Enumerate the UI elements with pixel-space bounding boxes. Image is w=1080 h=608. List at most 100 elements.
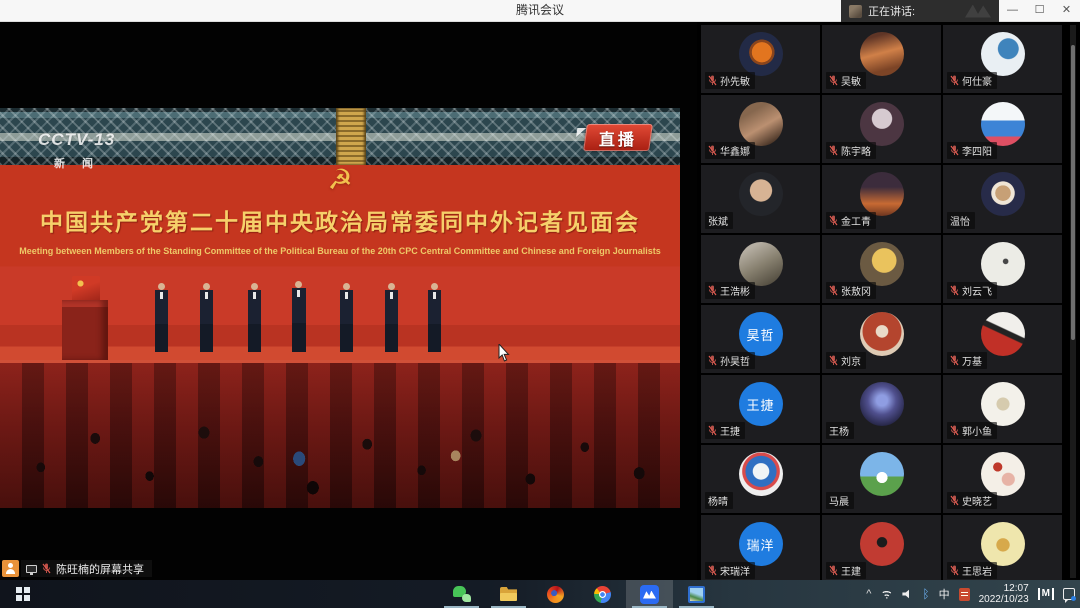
im-tray-icon[interactable]: M [1038, 588, 1054, 600]
muted-mic-icon [829, 75, 838, 86]
participant-name-tag: 张敖冈 [826, 282, 876, 299]
participant-name: 刘京 [841, 353, 861, 368]
scrollbar-thumb[interactable] [1071, 45, 1075, 340]
grid-scrollbar[interactable] [1070, 25, 1076, 578]
participant-tile[interactable]: 何仕豪 [943, 25, 1062, 93]
participant-name-tag: 刘京 [826, 352, 866, 369]
participant-tile[interactable]: 温怡 [943, 165, 1062, 233]
participant-tile[interactable]: 杨晴 [701, 445, 820, 513]
participant-avatar [860, 312, 904, 356]
participant-tile[interactable]: 孙先敏 [701, 25, 820, 93]
muted-mic-icon [950, 425, 959, 436]
taskbar-clock[interactable]: 12:07 2022/10/23 [979, 583, 1029, 605]
screen-share-icon [26, 565, 37, 573]
participant-avatar [860, 32, 904, 76]
red-backdrop: ☭ 中国共产党第二十届中央政治局常委同中外记者见面会 Meeting betwe… [0, 165, 680, 360]
participant-name-tag: 华鑫娜 [705, 142, 755, 159]
participant-tile[interactable]: 瑞洋 宋瑞洋 [701, 515, 820, 580]
participant-tile[interactable]: 王思岩 [943, 515, 1062, 580]
meeting-icon [640, 585, 659, 604]
participant-tile[interactable]: 刘云飞 [943, 235, 1062, 303]
ime-indicator[interactable]: 中 [939, 586, 950, 602]
muted-mic-icon [829, 285, 838, 296]
participant-tile[interactable]: 王杨 [822, 375, 941, 443]
participant-avatar [981, 382, 1025, 426]
tray-app-icon[interactable] [959, 588, 970, 601]
muted-mic-icon [950, 145, 959, 156]
participant-tile[interactable]: 金工青 [822, 165, 941, 233]
bluetooth-icon[interactable]: ᛒ [922, 589, 929, 599]
screen-share-tag[interactable]: 陈旺楠的屏幕共享 [2, 560, 152, 577]
participant-tile[interactable]: 王捷 王捷 [701, 375, 820, 443]
participant-tile[interactable]: 王建 [822, 515, 941, 580]
participant-name: 万基 [962, 353, 982, 368]
presenter-icon [2, 560, 19, 577]
speaking-indicator[interactable]: 正在讲话: [841, 0, 999, 22]
participant-name: 王捷 [720, 423, 740, 438]
taskbar-app-chrome[interactable] [579, 580, 626, 608]
participant-tile[interactable]: 吴敏 [822, 25, 941, 93]
participant-name-tag: 马晨 [826, 492, 854, 509]
explorer-icon [500, 587, 517, 601]
participant-tile[interactable]: 陈宇略 [822, 95, 941, 163]
participant-tile[interactable]: 万基 [943, 305, 1062, 373]
share-label: 陈旺楠的屏幕共享 [56, 561, 144, 577]
participant-tile[interactable]: 张斌 [701, 165, 820, 233]
participant-tile[interactable]: 史晓艺 [943, 445, 1062, 513]
participant-name: 张敖冈 [841, 283, 871, 298]
wifi-icon[interactable] [880, 589, 893, 599]
hidden-icons-chevron-icon[interactable]: ^ [866, 588, 871, 600]
volume-icon[interactable] [902, 589, 913, 599]
action-center-icon[interactable] [1063, 588, 1075, 600]
participant-tile[interactable]: 马晨 [822, 445, 941, 513]
participant-avatar: 昊哲 [739, 312, 783, 356]
participant-name: 马晨 [829, 493, 849, 508]
meeting-main: ☭ 中国共产党第二十届中央政治局常委同中外记者见面会 Meeting betwe… [0, 22, 1080, 580]
muted-mic-icon [950, 565, 959, 576]
taskbar-app-meeting[interactable] [626, 580, 673, 608]
participant-name: 史晓艺 [962, 493, 992, 508]
participant-avatar [860, 382, 904, 426]
channel-sub: 新 闻 [54, 155, 115, 171]
podium [62, 300, 108, 360]
participant-name: 孙昊哲 [720, 353, 750, 368]
participant-avatar [981, 102, 1025, 146]
participant-name: 宋瑞洋 [720, 563, 750, 578]
start-button[interactable] [0, 580, 46, 608]
participant-name-tag: 史晓艺 [947, 492, 997, 509]
participant-name-tag: 宋瑞洋 [705, 562, 755, 579]
participant-avatar [981, 522, 1025, 566]
participant-tile[interactable]: 昊哲 孙昊哲 [701, 305, 820, 373]
standing-leader [200, 290, 213, 352]
close-icon[interactable]: ✕ [1053, 0, 1080, 22]
participant-name-tag: 王杨 [826, 422, 854, 439]
participant-tile[interactable]: 王浩彬 [701, 235, 820, 303]
participant-name: 金工青 [841, 213, 871, 228]
participant-name: 吴敏 [841, 73, 861, 88]
participant-name-tag: 张斌 [705, 212, 733, 229]
muted-mic-icon [708, 145, 717, 156]
muted-mic-icon [708, 355, 717, 366]
taskbar-app-wechat[interactable] [438, 580, 485, 608]
taskbar-app-explorer[interactable] [485, 580, 532, 608]
clock-date: 2022/10/23 [979, 594, 1029, 605]
participant-avatar [739, 172, 783, 216]
minimize-icon[interactable]: — [999, 0, 1026, 22]
taskbar-app-photos[interactable] [673, 580, 720, 608]
participant-tile[interactable]: 华鑫娜 [701, 95, 820, 163]
taskbar-app-firefox[interactable] [532, 580, 579, 608]
participant-tile[interactable]: 郭小鱼 [943, 375, 1062, 443]
share-pill: 陈旺楠的屏幕共享 [21, 560, 152, 577]
participant-avatar [981, 452, 1025, 496]
participant-avatar [860, 102, 904, 146]
avatar-initials: 瑞洋 [746, 535, 774, 554]
participant-name: 陈宇略 [841, 143, 871, 158]
shared-screen-area: ☭ 中国共产党第二十届中央政治局常委同中外记者见面会 Meeting betwe… [0, 22, 697, 580]
maximize-icon[interactable]: ☐ [1026, 0, 1053, 22]
participant-avatar [860, 452, 904, 496]
participant-tile[interactable]: 张敖冈 [822, 235, 941, 303]
participant-tile[interactable]: 李四阳 [943, 95, 1062, 163]
participant-tile[interactable]: 刘京 [822, 305, 941, 373]
channel-watermark: CCTV-13 新 闻 [38, 130, 115, 171]
mouse-cursor-icon [498, 344, 510, 362]
